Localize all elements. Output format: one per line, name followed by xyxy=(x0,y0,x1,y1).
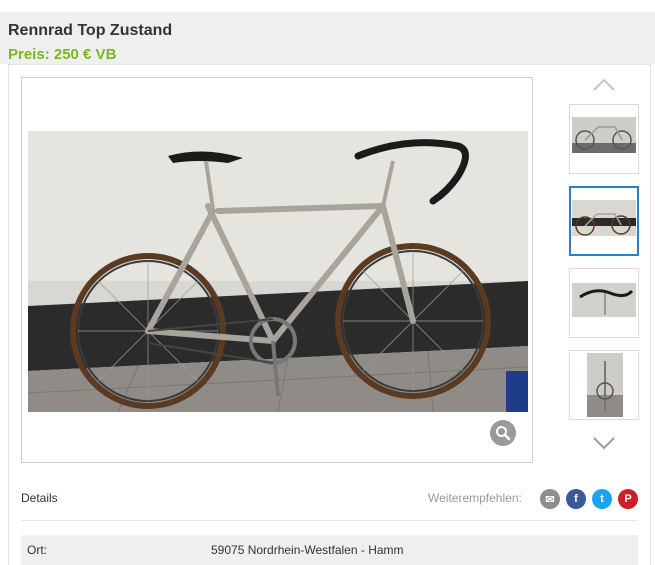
details-divider xyxy=(21,520,638,521)
listing-price: Preis: 250 € VB xyxy=(8,46,117,63)
share-label: Weiterempfehlen: xyxy=(428,491,522,505)
twitter-icon: t xyxy=(600,493,604,505)
zoom-button[interactable] xyxy=(490,420,516,446)
thumbnails-up-arrow[interactable] xyxy=(592,78,616,92)
thumbnail-1[interactable] xyxy=(569,104,639,174)
thumbnail-3[interactable] xyxy=(569,268,639,338)
share-pinterest-button[interactable]: P xyxy=(618,489,638,509)
thumbnail-2[interactable] xyxy=(569,186,639,256)
thumbnail-4[interactable] xyxy=(569,350,639,420)
pinterest-icon: P xyxy=(624,493,632,505)
envelope-icon: ✉ xyxy=(545,493,555,506)
attribute-row-location: Ort: 59075 Nordrhein-Westfalen - Hamm xyxy=(21,535,638,565)
facebook-icon: f xyxy=(574,493,578,505)
share-twitter-button[interactable]: t xyxy=(592,489,612,509)
attribute-value: 59075 Nordrhein-Westfalen - Hamm xyxy=(211,543,404,557)
share-facebook-button[interactable]: f xyxy=(566,489,586,509)
attribute-key: Ort: xyxy=(27,543,47,557)
details-heading: Details xyxy=(21,491,58,505)
thumbnails-down-arrow[interactable] xyxy=(592,436,616,450)
chevron-down-icon xyxy=(593,437,615,450)
listing-header: Rennrad Top Zustand Preis: 250 € VB xyxy=(0,12,655,64)
main-image[interactable] xyxy=(28,131,528,412)
chevron-up-icon xyxy=(593,78,615,91)
share-email-button[interactable]: ✉ xyxy=(540,489,560,509)
magnifier-icon xyxy=(496,426,511,441)
main-image-frame[interactable] xyxy=(21,77,533,463)
listing-title: Rennrad Top Zustand xyxy=(8,22,173,39)
